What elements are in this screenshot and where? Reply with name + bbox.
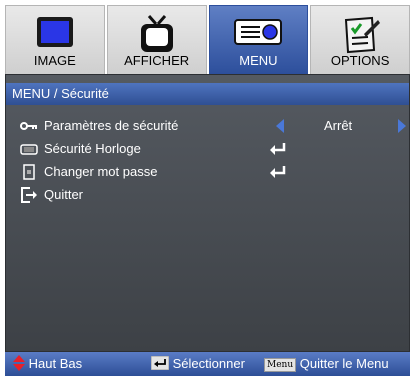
osd-window: IMAGE AFFICHER MENU OPTIONS MENU / Sécur…: [0, 0, 415, 379]
tab-options-label: OPTIONS: [330, 53, 390, 68]
quit-hint-label: Quitter le Menu: [299, 356, 389, 371]
nav-hint-label: Haut Bas: [28, 356, 83, 371]
tab-menu-label: MENU: [239, 53, 278, 68]
menu-item-change-password[interactable]: Changer mot passe: [6, 161, 409, 183]
menu-item-label: Quitter: [44, 187, 84, 202]
tab-image-label: IMAGE: [33, 53, 76, 68]
exit-icon: [21, 187, 37, 203]
menu-item-label: Paramètres de sécurité: [44, 118, 179, 133]
display-icon: [36, 17, 73, 47]
timer-icon: [20, 144, 38, 155]
menu-item-security-settings[interactable]: Paramètres de sécurité Arrêt: [6, 115, 409, 137]
security-value: Arrêt: [324, 118, 353, 133]
tv-icon: [140, 15, 173, 52]
enter-icon[interactable]: [269, 165, 287, 179]
checklist-icon: [345, 16, 381, 54]
menu-item-label: Changer mot passe: [44, 164, 158, 179]
password-icon: [23, 164, 35, 180]
tab-image[interactable]: IMAGE: [5, 5, 105, 74]
quit-hint: Menu Quitter le Menu: [264, 352, 389, 376]
tab-strip: IMAGE AFFICHER MENU OPTIONS: [5, 5, 410, 74]
select-hint-label: Sélectionner: [172, 356, 245, 371]
up-down-arrow-icon: [13, 355, 25, 371]
arrow-left-icon[interactable]: [276, 119, 284, 133]
arrow-right-icon[interactable]: [398, 119, 406, 133]
projector-icon: [234, 19, 283, 45]
menu-item-label: Sécurité Horloge: [44, 141, 141, 156]
menu-item-security-timer[interactable]: Sécurité Horloge: [6, 138, 409, 160]
enter-key-icon: [150, 355, 170, 371]
tab-afficher[interactable]: AFFICHER: [106, 5, 207, 74]
enter-icon[interactable]: [269, 142, 287, 156]
key-icon: [20, 122, 37, 130]
tab-afficher-label: AFFICHER: [124, 53, 190, 68]
tab-menu[interactable]: MENU: [208, 5, 309, 74]
status-bar: Haut Bas Sélectionner Menu Quitter le Me…: [5, 352, 410, 376]
breadcrumb: MENU / Sécurité: [6, 83, 409, 105]
tab-options[interactable]: OPTIONS: [310, 5, 410, 74]
menu-key-icon: Menu: [264, 358, 297, 372]
nav-hint: Haut Bas: [13, 352, 82, 376]
menu-item-quit[interactable]: Quitter: [6, 184, 409, 206]
select-hint: Sélectionner: [150, 352, 245, 376]
menu-panel: MENU / Sécurité Paramètres de sécurité A…: [5, 74, 410, 352]
